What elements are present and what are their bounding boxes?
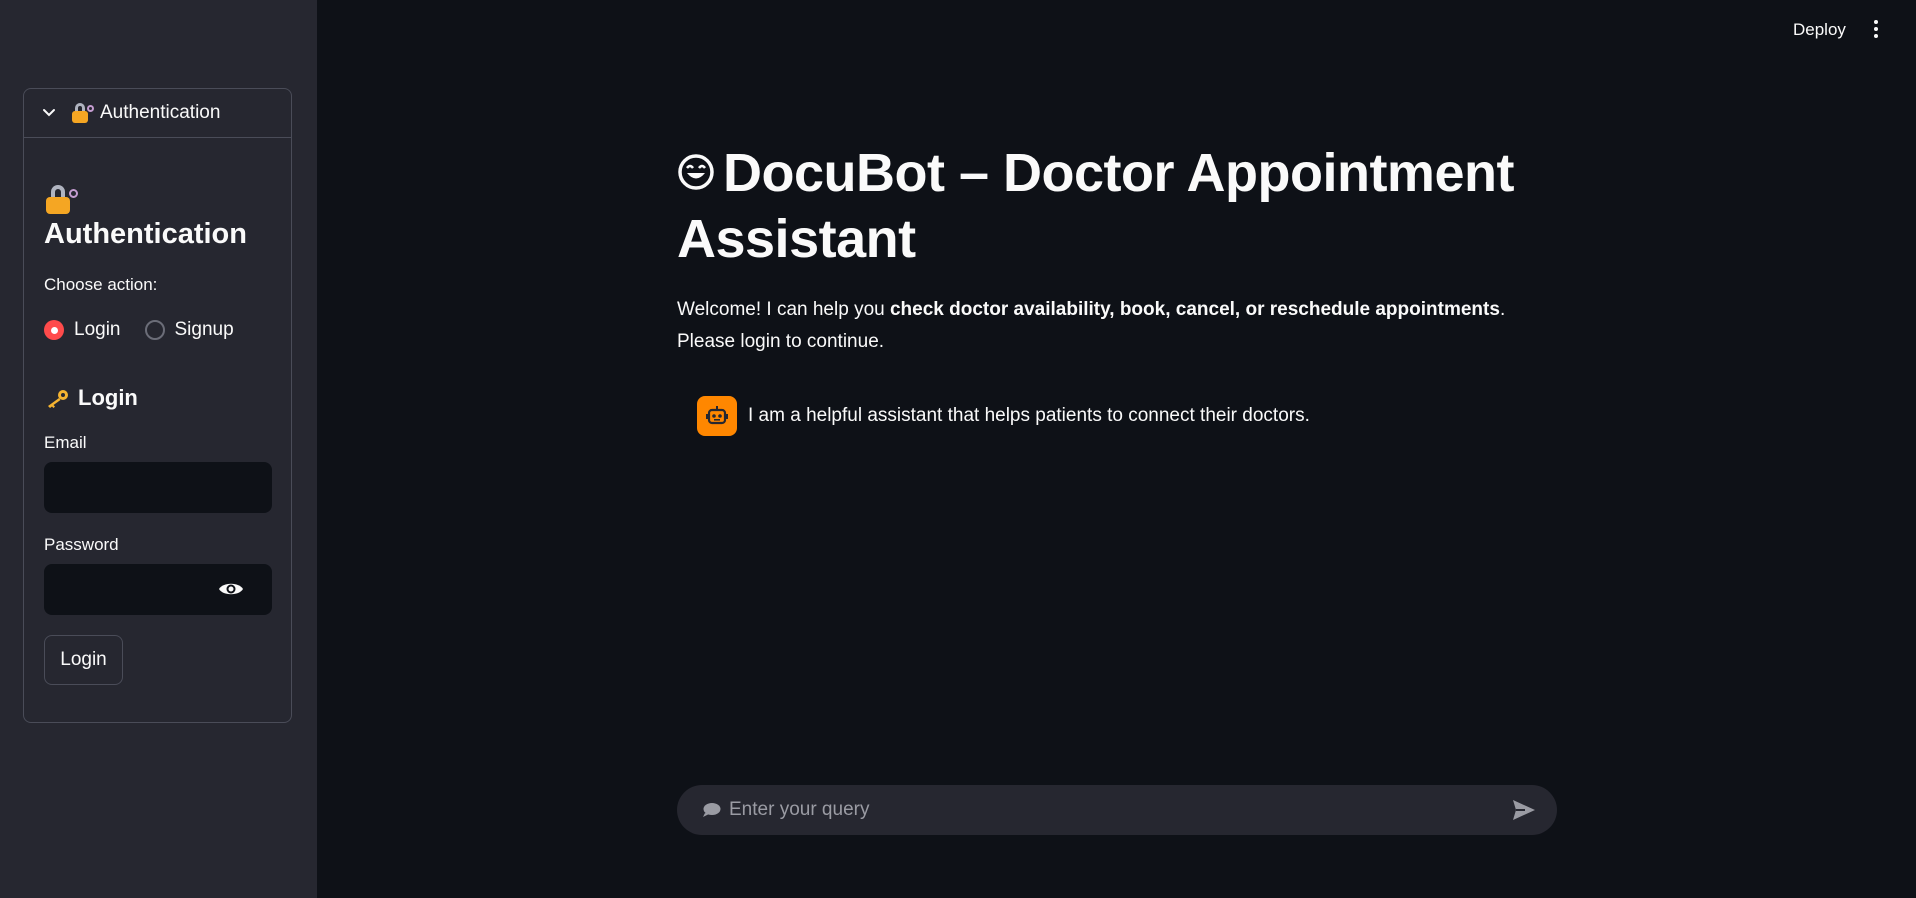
password-field[interactable] <box>44 564 272 615</box>
chevron-down-icon <box>43 109 55 117</box>
expander-header[interactable]: Authentication <box>24 89 291 138</box>
sidebar-title: Authentication <box>44 218 247 250</box>
lock-key-icon <box>70 102 94 124</box>
welcome-text: Welcome! I can help you check doctor ava… <box>677 294 1547 358</box>
expander-label: Authentication <box>100 102 221 123</box>
eye-icon[interactable] <box>218 580 244 598</box>
password-label: Password <box>44 535 119 554</box>
deploy-button[interactable]: Deploy <box>1793 20 1846 40</box>
speech-bubble-icon <box>703 803 721 817</box>
email-label: Email <box>44 433 87 452</box>
sidebar: Authentication Authentication Choose act… <box>0 0 317 898</box>
assistant-message-text: I am a helpful assistant that helps pati… <box>748 405 1310 426</box>
chat-input-bar <box>677 785 1557 835</box>
radio-selected-icon <box>44 320 64 340</box>
page-title-text: DocuBot – Doctor Appointment Assistant <box>677 143 1514 269</box>
action-radio-group: Login Signup <box>44 319 271 341</box>
authentication-expander: Authentication Authentication Choose act… <box>23 88 292 723</box>
bot-avatar <box>697 396 737 436</box>
radio-login-label: Login <box>74 319 121 340</box>
page-title: DocuBot – Doctor Appointment Assistant <box>677 140 1557 272</box>
key-icon <box>48 390 68 408</box>
radio-login[interactable]: Login <box>44 319 121 341</box>
radio-signup-label: Signup <box>174 319 234 340</box>
chat-query-input[interactable] <box>729 799 1511 821</box>
main-content: DocuBot – Doctor Appointment Assistant W… <box>677 140 1557 436</box>
login-button[interactable]: Login <box>44 635 123 685</box>
send-icon[interactable] <box>1511 798 1537 822</box>
grinning-face-icon <box>678 153 714 190</box>
email-field[interactable] <box>44 462 272 513</box>
welcome-prefix: Welcome! I can help you <box>677 299 890 320</box>
robot-icon <box>706 406 728 425</box>
main-menu-icon[interactable] <box>1872 20 1880 40</box>
choose-action-label: Choose action: <box>44 275 158 294</box>
login-heading-text: Login <box>78 385 138 410</box>
lock-key-icon <box>44 184 78 216</box>
welcome-bold: check doctor availability, book, cancel,… <box>889 299 1500 320</box>
radio-unselected-icon <box>144 320 165 340</box>
assistant-message: I am a helpful assistant that helps pati… <box>697 396 1557 436</box>
radio-signup[interactable]: Signup <box>144 319 234 341</box>
login-heading: Login <box>44 385 271 411</box>
